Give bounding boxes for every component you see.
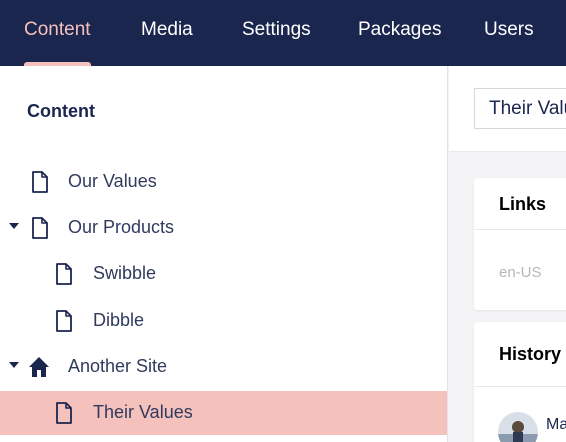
tree-item-label: Swibble <box>93 263 157 283</box>
nav-item-label: Users <box>484 19 534 40</box>
nav-item-content[interactable]: Content <box>24 0 91 66</box>
editor-panel: Links en-US History Ma <box>449 66 566 442</box>
history-card-title: History <box>499 344 562 364</box>
document-icon <box>32 217 48 239</box>
links-card: Links en-US <box>474 178 566 310</box>
sidebar-title: Content <box>27 101 95 121</box>
history-card: History Ma <box>474 322 566 442</box>
nav-item-label: Content <box>24 19 91 40</box>
tree-item-label: Our Products <box>68 217 175 237</box>
card-divider <box>474 386 566 387</box>
nav-item-label: Packages <box>358 19 442 40</box>
nav-item-settings[interactable]: Settings <box>242 0 311 66</box>
card-divider <box>474 229 566 230</box>
content-tree-sidebar: Content Our Values Our Products Swibble … <box>0 66 448 442</box>
culture-link[interactable]: en-US <box>499 264 542 281</box>
document-icon <box>56 310 72 332</box>
nav-item-label: Settings <box>242 19 311 40</box>
home-icon <box>29 357 49 377</box>
tree-item-our-values[interactable]: Our Values <box>0 160 447 204</box>
tree-item-label: Another Site <box>68 356 168 376</box>
tree-item-our-products[interactable]: Our Products <box>0 206 447 250</box>
tree-item-label: Our Values <box>68 171 157 191</box>
links-card-title: Links <box>499 194 547 214</box>
caret-down-icon[interactable] <box>9 362 19 368</box>
document-icon <box>56 402 72 424</box>
tree-item-swibble[interactable]: Swibble <box>0 252 447 296</box>
tree-item-label: Their Values <box>93 402 193 422</box>
caret-down-icon[interactable] <box>9 223 19 229</box>
editor-header <box>449 66 566 152</box>
node-name-input[interactable] <box>474 88 566 129</box>
nav-item-media[interactable]: Media <box>141 0 193 66</box>
tree-item-another-site[interactable]: Another Site <box>0 345 447 389</box>
tree-item-label: Dibble <box>93 310 145 330</box>
history-entry-name: Ma <box>546 416 566 433</box>
document-icon <box>56 263 72 285</box>
tree-item-dibble[interactable]: Dibble <box>0 299 447 343</box>
tree-item-their-values[interactable]: Their Values <box>0 391 447 435</box>
avatar <box>498 412 538 442</box>
document-icon <box>32 171 48 193</box>
avatar-photo-icon <box>498 412 538 442</box>
nav-item-label: Media <box>141 19 193 40</box>
top-navigation: Content Media Settings Packages Users <box>0 0 566 66</box>
nav-item-packages[interactable]: Packages <box>358 0 441 66</box>
nav-item-users[interactable]: Users <box>484 0 534 66</box>
